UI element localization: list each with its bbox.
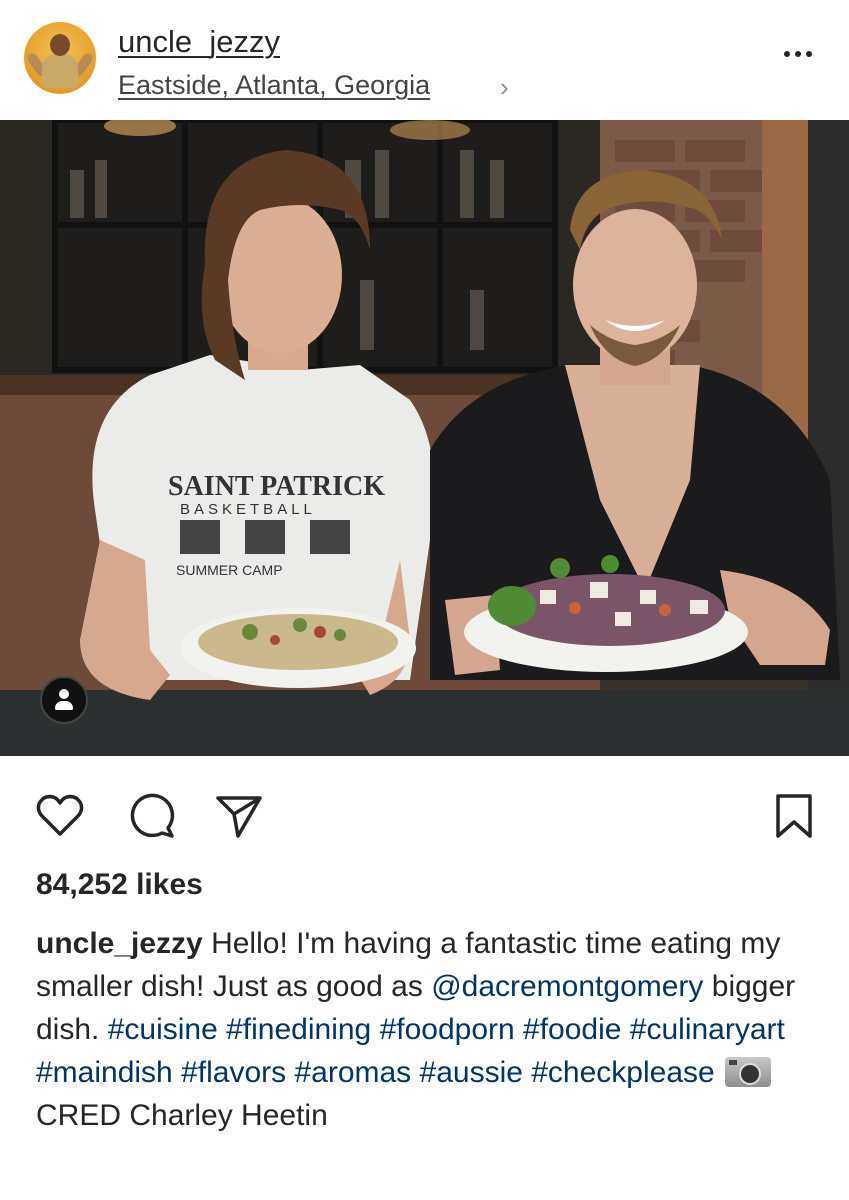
shirt-text-line2: BASKETBALL (180, 501, 316, 518)
bookmark-icon-svg (776, 794, 812, 838)
post-caption: uncle_jezzy Hello! I'm having a fantasti… (36, 922, 826, 1137)
post-location[interactable]: Eastside, Atlanta, Georgia (118, 70, 430, 101)
caption-mention[interactable]: @dacremontgomery (431, 970, 703, 1003)
heart-icon-svg (36, 794, 84, 836)
more-dots-icon[interactable] (778, 44, 818, 64)
shirt-text-line3: SUMMER CAMP (176, 562, 283, 578)
avatar-body (42, 54, 78, 88)
share-icon-svg (216, 796, 262, 838)
caption-credit: CRED Charley Heetin (36, 1099, 328, 1132)
more-dot (784, 51, 790, 57)
comment-icon-svg (130, 793, 175, 838)
comment-icon[interactable] (126, 790, 178, 842)
likes-count[interactable]: 84,252 likes (36, 868, 203, 902)
caption-hashtags[interactable]: #cuisine #finedining #foodporn #foodie #… (36, 1013, 785, 1089)
camera-icon (725, 1057, 772, 1087)
chevron-right-icon: › (500, 72, 509, 102)
post-photo[interactable]: SAINT PATRICK BASKETBALL SUMMER CAMP (0, 120, 849, 756)
heart-icon[interactable] (34, 790, 86, 842)
caption-username[interactable]: uncle_jezzy (36, 927, 203, 960)
action-bar (0, 756, 849, 866)
shirt-text-line1: SAINT PATRICK (168, 471, 385, 502)
share-icon[interactable] (212, 790, 264, 842)
avatar-head (50, 34, 70, 56)
profile-avatar[interactable] (24, 22, 96, 94)
post-username[interactable]: uncle_jezzy (118, 24, 280, 60)
more-dot (795, 51, 801, 57)
photo-illustration: SAINT PATRICK BASKETBALL SUMMER CAMP (0, 120, 849, 756)
post-header: uncle_jezzy Eastside, Atlanta, Georgia › (0, 0, 849, 120)
user-tag-icon[interactable] (40, 676, 88, 724)
more-dot (806, 51, 812, 57)
bookmark-icon[interactable] (768, 790, 820, 842)
